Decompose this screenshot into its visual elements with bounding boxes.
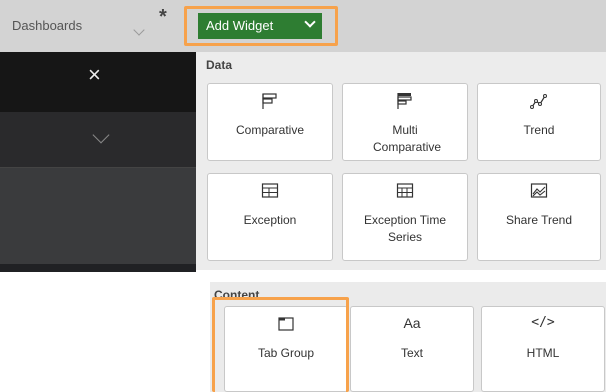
widget-label: Exception [243, 213, 297, 227]
sidebar: × [0, 52, 196, 272]
widget-comparative[interactable]: Comparative [207, 83, 333, 161]
widget-multi-comparative[interactable]: Multi Comparative [342, 83, 468, 161]
widget-html[interactable]: </> HTML [481, 306, 605, 392]
widget-label: Multi Comparative [373, 123, 442, 154]
html-icon: </> [531, 315, 555, 330]
sidebar-header: × [0, 52, 196, 112]
breadcrumb-dashboards[interactable]: Dashboards [12, 18, 82, 33]
widget-trend[interactable]: Trend [477, 83, 601, 161]
top-bar: Dashboards * Add Widget [0, 0, 606, 52]
widget-exception[interactable]: Exception [207, 173, 333, 261]
trend-icon [478, 92, 600, 110]
add-widget-menu: Data Comparative Multi Comparative Trend… [196, 52, 606, 270]
chevron-down-icon [92, 126, 110, 144]
unsaved-indicator: * [159, 6, 167, 28]
text-icon: Aa [403, 315, 421, 331]
sidebar-panel [0, 168, 196, 264]
exception-icon [208, 182, 332, 200]
share-trend-icon [478, 182, 600, 200]
tab-group-highlight [212, 297, 349, 392]
sidebar-dropdown[interactable] [0, 112, 196, 168]
widget-text[interactable]: Aa Text [350, 306, 474, 392]
chevron-down-icon[interactable] [133, 24, 145, 36]
widget-share-trend[interactable]: Share Trend [477, 173, 601, 261]
widget-label: HTML [526, 346, 560, 360]
widget-label: Share Trend [505, 213, 573, 227]
widget-label: Exception Time Series [363, 213, 447, 244]
widget-label: Comparative [235, 123, 305, 137]
add-widget-label: Add Widget [206, 18, 274, 33]
comparative-icon [208, 92, 332, 110]
exception-time-series-icon [343, 182, 467, 200]
widget-label: Trend [523, 123, 555, 137]
add-widget-button[interactable]: Add Widget [198, 13, 322, 39]
multi-comparative-icon [343, 92, 467, 110]
close-icon[interactable]: × [88, 62, 101, 88]
widget-exception-time-series[interactable]: Exception Time Series [342, 173, 468, 261]
section-title-data: Data [206, 58, 233, 72]
widget-label: Text [400, 346, 423, 360]
